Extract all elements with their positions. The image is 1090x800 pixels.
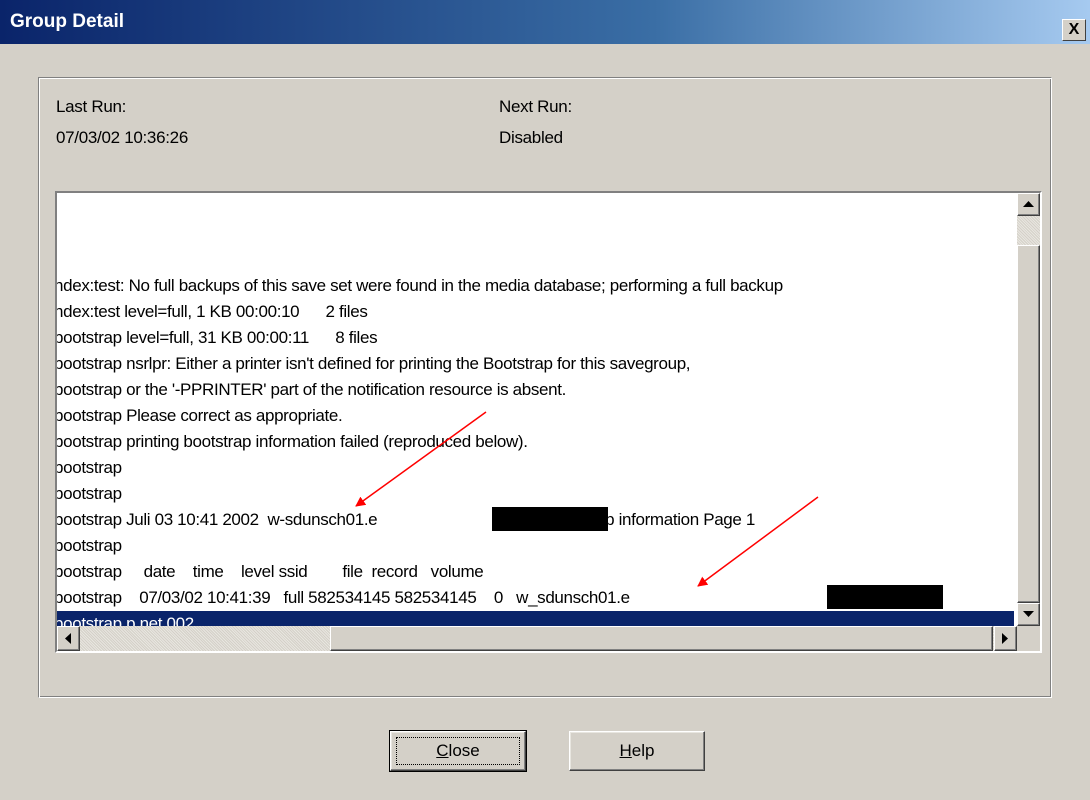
- log-line[interactable]: [57, 221, 1014, 247]
- vertical-scrollbar[interactable]: [1017, 193, 1040, 626]
- redaction-box: [492, 507, 608, 531]
- scroll-down-icon[interactable]: [1017, 603, 1040, 626]
- log-line[interactable]: bootstrap date time level ssid file reco…: [57, 559, 1014, 585]
- title-bar[interactable]: Group Detail: [0, 0, 1090, 44]
- help-button-label: elp: [631, 741, 655, 760]
- horizontal-scroll-thumb[interactable]: [330, 626, 993, 651]
- log-line[interactable]: bootstrap or the '-PPRINTER' part of the…: [57, 377, 1014, 403]
- scroll-right-icon[interactable]: [994, 626, 1017, 651]
- log-line[interactable]: [57, 195, 1014, 221]
- log-listbox[interactable]: bootstrap p.net.002 bootstrap 07/03/02 10…: [55, 191, 1042, 653]
- next-run-value: Disabled: [499, 128, 563, 147]
- window-title: Group Detail: [10, 11, 125, 32]
- close-window-icon[interactable]: X: [1062, 19, 1086, 41]
- redaction-box: [827, 585, 943, 609]
- log-line[interactable]: [57, 247, 1014, 273]
- log-line[interactable]: ndex:test level=full, 1 KB 00:00:10 2 fi…: [57, 299, 1014, 325]
- last-run-value: 07/03/02 10:36:26: [56, 128, 188, 147]
- vertical-scroll-thumb[interactable]: [1017, 245, 1040, 603]
- scroll-up-icon[interactable]: [1017, 193, 1040, 216]
- log-line[interactable]: bootstrap: [57, 481, 1014, 507]
- last-run-label: Last Run:: [56, 97, 127, 116]
- log-line[interactable]: ndex:test: No full backups of this save …: [57, 273, 1014, 299]
- log-line[interactable]: bootstrap p.net.002: [57, 611, 1014, 626]
- log-line[interactable]: bootstrap Please correct as appropriate.: [57, 403, 1014, 429]
- log-line[interactable]: bootstrap printing bootstrap information…: [57, 429, 1014, 455]
- next-run-label: Next Run:: [499, 97, 572, 116]
- close-button[interactable]: Close: [389, 730, 527, 772]
- help-button[interactable]: Help: [569, 731, 705, 771]
- horizontal-scrollbar[interactable]: [57, 626, 1017, 651]
- log-line[interactable]: bootstrap: [57, 533, 1014, 559]
- scroll-left-icon[interactable]: [57, 626, 80, 651]
- help-button-mnemonic: H: [619, 741, 632, 760]
- scrollbar-corner: [1017, 626, 1040, 651]
- log-content: bootstrap p.net.002 bootstrap 07/03/02 10…: [57, 193, 1017, 626]
- log-line[interactable]: bootstrap nsrlpr: Either a printer isn't…: [57, 351, 1014, 377]
- log-line[interactable]: bootstrap: [57, 455, 1014, 481]
- log-line[interactable]: bootstrap level=full, 31 KB 00:00:11 8 f…: [57, 325, 1014, 351]
- focus-rectangle: [396, 737, 520, 765]
